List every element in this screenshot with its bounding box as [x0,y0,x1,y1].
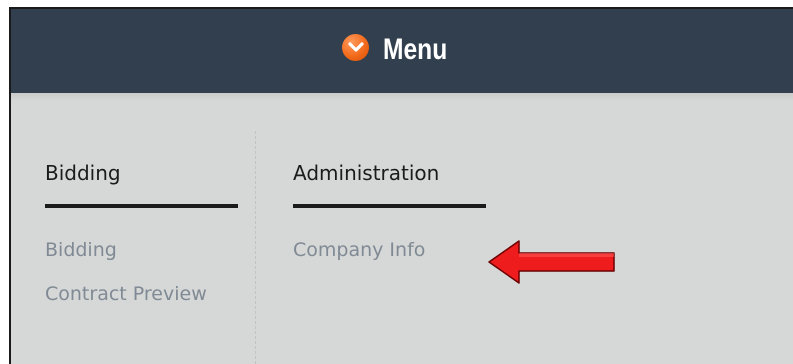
menu-column-bidding: Bidding Bidding Contract Preview [45,161,238,325]
column-heading-administration: Administration [293,161,440,185]
menu-title: Menu [383,33,448,66]
menu-panel: Bidding Bidding Contract Preview Adminis… [11,93,793,364]
heading-underline [45,204,238,208]
menu-header: Menu [11,9,793,93]
menu-column-administration: Administration Company Info [293,161,486,281]
menu-window: Menu Bidding Bidding Contract Preview Ad… [9,7,793,364]
menu-link-bidding[interactable]: Bidding [45,237,238,263]
chevron-down-circle-icon [342,33,370,61]
menu-link-company-info[interactable]: Company Info [293,237,486,263]
menu-link-contract-preview[interactable]: Contract Preview [45,281,238,307]
heading-underline [293,204,486,208]
red-arrow-icon [488,240,615,284]
menu-title-bar[interactable]: Menu [11,30,793,70]
column-heading-bidding: Bidding [45,161,121,185]
column-divider [255,131,256,364]
